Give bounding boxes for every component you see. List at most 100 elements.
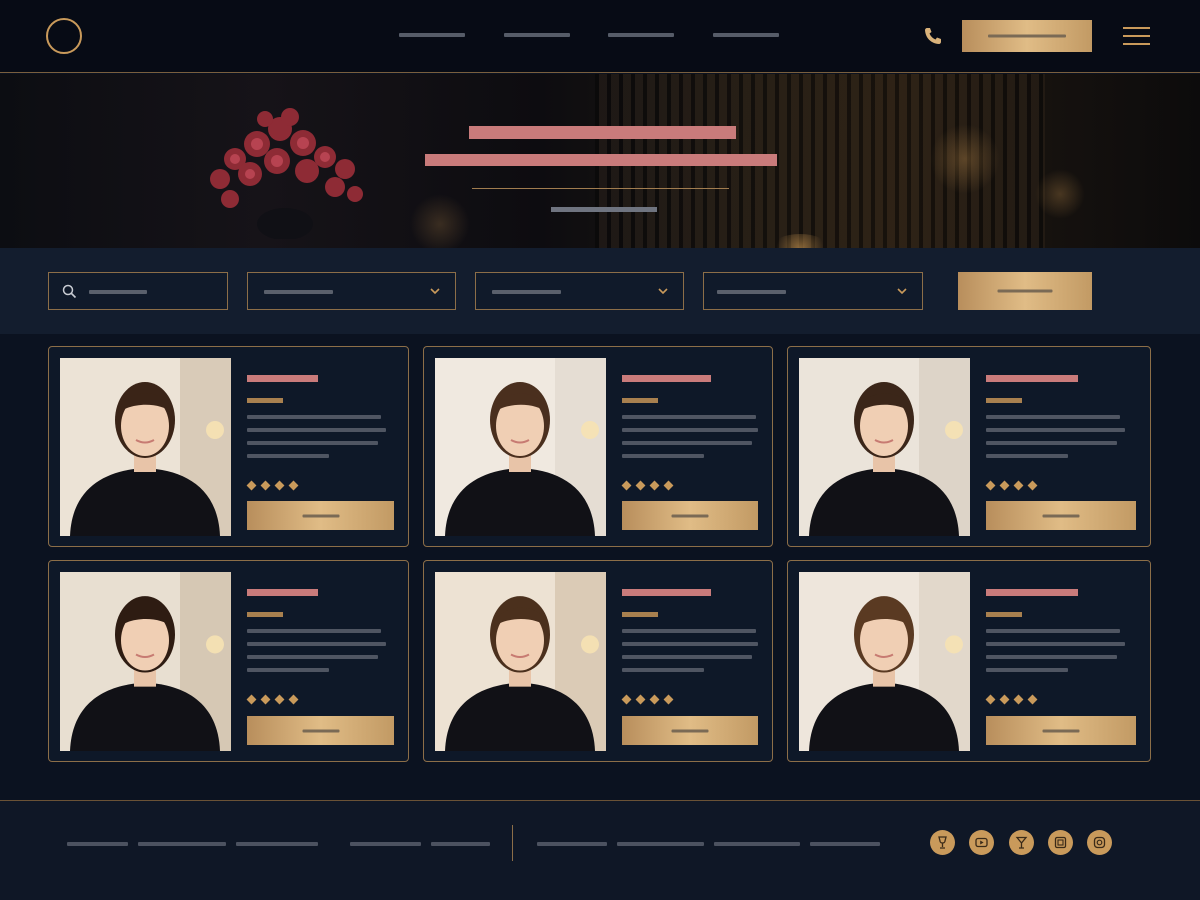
bio-line (622, 415, 756, 419)
book-now-button[interactable] (962, 20, 1092, 52)
star-icon (260, 694, 271, 705)
staff-photo (799, 572, 970, 751)
staff-role (622, 612, 658, 617)
bio-line (986, 454, 1068, 458)
search-button-label (997, 289, 1053, 293)
nav-item-3[interactable] (608, 33, 674, 37)
hero-banner (0, 74, 1200, 248)
bio-line (247, 428, 386, 432)
book-now-label (988, 34, 1066, 38)
staff-role (247, 398, 283, 403)
staff-role (247, 612, 283, 617)
nav-item-2[interactable] (504, 33, 570, 37)
staff-role (986, 398, 1022, 403)
star-icon (288, 694, 299, 705)
staff-card[interactable] (423, 346, 773, 547)
staff-name (986, 375, 1078, 382)
staff-card[interactable] (423, 560, 773, 762)
star-icon (288, 480, 299, 491)
bio-line (622, 655, 752, 659)
bio-line (622, 454, 704, 458)
site-header (0, 0, 1200, 73)
hamburger-menu-icon[interactable] (1123, 26, 1150, 46)
staff-photo (60, 358, 231, 536)
hero-lamp-glow (410, 194, 470, 248)
staff-photo (435, 572, 606, 751)
nav-item-4[interactable] (713, 33, 779, 37)
video-icon[interactable] (969, 830, 994, 855)
bio-line (247, 454, 329, 458)
view-profile-button[interactable] (247, 716, 394, 745)
star-icon (1013, 694, 1024, 705)
logo-icon[interactable] (46, 18, 82, 54)
footer-link[interactable] (138, 842, 226, 846)
star-icon (246, 480, 257, 491)
wine-glass-icon[interactable] (930, 830, 955, 855)
rating-stars (621, 690, 679, 705)
star-icon (663, 480, 674, 491)
bio-line (986, 428, 1125, 432)
search-button[interactable] (958, 272, 1092, 310)
gallery-icon[interactable] (1048, 830, 1073, 855)
chevron-down-icon (658, 288, 668, 295)
rating-stars (985, 690, 1043, 705)
staff-name (247, 589, 318, 596)
search-placeholder (89, 290, 147, 294)
view-profile-button[interactable] (247, 501, 394, 530)
footer-link[interactable] (236, 842, 318, 846)
footer-link[interactable] (810, 842, 880, 846)
star-icon (274, 480, 285, 491)
staff-role (986, 612, 1022, 617)
bio-line (986, 629, 1120, 633)
rating-stars (246, 476, 304, 491)
star-icon (260, 480, 271, 491)
bio-line (247, 668, 329, 672)
star-icon (246, 694, 257, 705)
filter-dropdown-2[interactable] (475, 272, 684, 310)
staff-name (622, 375, 711, 382)
rating-stars (246, 690, 304, 705)
view-profile-button[interactable] (622, 501, 758, 530)
rating-stars (985, 476, 1043, 491)
instagram-icon[interactable] (1087, 830, 1112, 855)
hero-divider (472, 188, 729, 189)
star-icon (985, 480, 996, 491)
staff-photo (60, 572, 231, 751)
bio-line (986, 415, 1120, 419)
footer-link[interactable] (67, 842, 128, 846)
staff-photo (799, 358, 970, 536)
flower-arrangement-image (210, 108, 363, 239)
footer-link[interactable] (537, 842, 607, 846)
cocktail-icon[interactable] (1009, 830, 1034, 855)
view-profile-button[interactable] (986, 716, 1136, 745)
view-profile-label (671, 514, 709, 517)
nav-item-1[interactable] (399, 33, 465, 37)
staff-role (622, 398, 658, 403)
star-icon (999, 480, 1010, 491)
star-icon (649, 480, 660, 491)
star-icon (1013, 480, 1024, 491)
view-profile-button[interactable] (986, 501, 1136, 530)
staff-card[interactable] (787, 560, 1151, 762)
view-profile-button[interactable] (622, 716, 758, 745)
filter-dropdown-1[interactable] (247, 272, 456, 310)
phone-icon[interactable] (923, 26, 943, 46)
rating-stars (621, 476, 679, 491)
view-profile-label (302, 729, 339, 732)
footer-link[interactable] (617, 842, 704, 846)
search-input[interactable] (48, 272, 228, 310)
hero-subtitle (551, 207, 657, 212)
staff-card[interactable] (48, 560, 409, 762)
star-icon (635, 480, 646, 491)
staff-card[interactable] (48, 346, 409, 547)
bio-line (622, 668, 704, 672)
hero-lamp-glow (930, 124, 1000, 194)
staff-card[interactable] (787, 346, 1151, 547)
hero-lamp-glow (1035, 169, 1085, 219)
footer-link[interactable] (431, 842, 490, 846)
filter-dropdown-3[interactable] (703, 272, 923, 310)
bio-line (622, 441, 752, 445)
footer-link[interactable] (350, 842, 421, 846)
hero-title-line-1 (469, 126, 736, 139)
footer-link[interactable] (714, 842, 800, 846)
